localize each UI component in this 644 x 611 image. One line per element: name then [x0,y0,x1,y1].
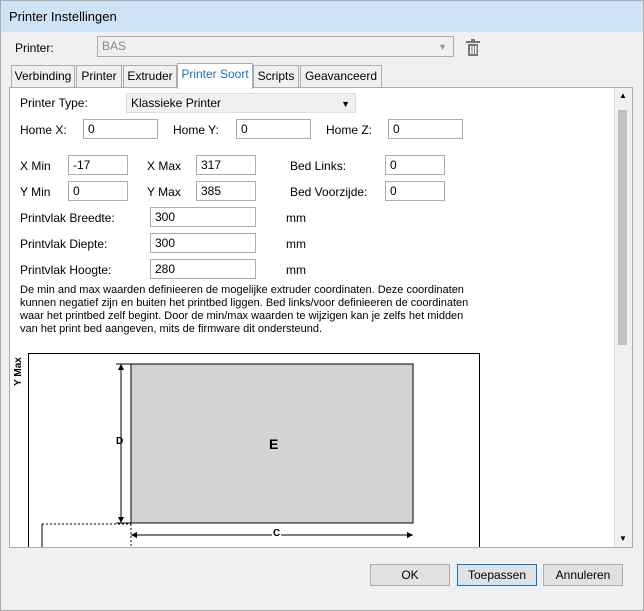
description-line: kunnen negatief zijn en buiten het print… [20,297,469,309]
x-min-input[interactable]: -17 [68,155,128,175]
depth-arrow-head-bottom [118,517,124,523]
diepte-label: Printvlak Diepte: [20,237,108,251]
vertical-scrollbar[interactable]: ▲ ▼ [614,88,632,547]
y-min-label: Y Min [20,185,51,199]
scrollbar-thumb[interactable] [618,110,627,345]
home-x-label: Home X: [20,123,67,137]
x-max-input[interactable]: 317 [196,155,256,175]
breedte-input[interactable]: 300 [150,207,256,227]
scroll-down-icon[interactable]: ▼ [619,534,627,543]
description-line: waar het printbed zelf begint. Door de m… [20,310,464,322]
depth-arrow-head-top [118,364,124,370]
y-max-input[interactable]: 385 [196,181,256,201]
breedte-unit: mm [286,211,306,225]
tab-verbinding[interactable]: Verbinding [11,65,75,87]
printer-select[interactable]: BAS ▼ [97,36,454,57]
tab-extruder-label: Extruder [127,69,173,83]
scroll-up-icon[interactable]: ▲ [619,91,627,100]
printer-type-value: Klassieke Printer [131,96,222,110]
x-max-label: X Max [147,159,182,173]
tab-extruder[interactable]: Extruder [123,65,177,87]
printer-select-value: BAS [102,39,127,53]
hoogte-input[interactable]: 280 [150,259,256,279]
tab-scripts-label: Scripts [257,69,295,83]
tab-printer-soort-label: Printer Soort [181,67,249,81]
breedte-label: Printvlak Breedte: [20,211,115,225]
printer-soort-panel: Printer Type: Klassieke Printer ▼ Home X… [9,87,633,548]
y-min-input[interactable]: 0 [68,181,128,201]
title-bar: Printer Instellingen [1,1,643,32]
tab-verbinding-label: Verbinding [14,69,72,83]
width-label: C [272,528,282,539]
hoogte-label: Printvlak Hoogte: [20,263,112,277]
printbed-label: E [269,436,279,452]
tab-geavanceerd-label: Geavanceerd [304,69,378,83]
width-arrow-head-left [131,532,137,538]
diepte-input[interactable]: 300 [150,233,256,253]
cancel-button[interactable]: Annuleren [543,564,623,586]
printbed-diagram: D E C [28,353,480,547]
printer-settings-window: Printer Instellingen Printer: BAS ▼ Verb… [0,0,644,611]
diepte-unit: mm [286,237,306,251]
chevron-down-icon: ▼ [341,99,350,109]
tab-printer-label: Printer [81,69,117,83]
bed-voorzijde-input[interactable]: 0 [385,181,445,201]
tab-printer[interactable]: Printer [76,65,122,87]
window-title: Printer Instellingen [9,9,117,24]
home-y-label: Home Y: [173,123,219,137]
depth-label: D [116,436,124,447]
tab-scripts[interactable]: Scripts [253,65,299,87]
description-text: De min and max waarden definieeren de mo… [20,284,468,336]
description-line: De min and max waarden definieeren de mo… [20,284,464,296]
printer-type-label: Printer Type: [20,96,88,110]
width-arrow-head-right [407,532,413,538]
home-z-input[interactable]: 0 [388,119,463,139]
home-y-input[interactable]: 0 [236,119,311,139]
tab-geavanceerd[interactable]: Geavanceerd [300,65,382,87]
ymax-axis-label: Y Max [12,357,24,386]
tab-printer-soort[interactable]: Printer Soort [177,63,253,89]
home-x-input[interactable]: 0 [83,119,158,139]
ok-button[interactable]: OK [370,564,450,586]
description-line: van het print bed aangeven, mits de firm… [20,323,323,335]
chevron-down-icon: ▼ [438,42,447,52]
y-max-label: Y Max [147,185,181,199]
bed-links-label: Bed Links: [290,159,347,173]
bed-voorzijde-label: Bed Voorzijde: [290,185,368,199]
printer-type-select[interactable]: Klassieke Printer ▼ [126,93,356,113]
trash-icon[interactable] [465,39,481,57]
home-z-label: Home Z: [326,123,373,137]
hoogte-unit: mm [286,263,306,277]
x-min-label: X Min [20,159,51,173]
bed-links-input[interactable]: 0 [385,155,445,175]
printbed-diagram-graphic [41,363,414,547]
apply-button[interactable]: Toepassen [457,564,537,586]
printer-label: Printer: [15,41,54,55]
